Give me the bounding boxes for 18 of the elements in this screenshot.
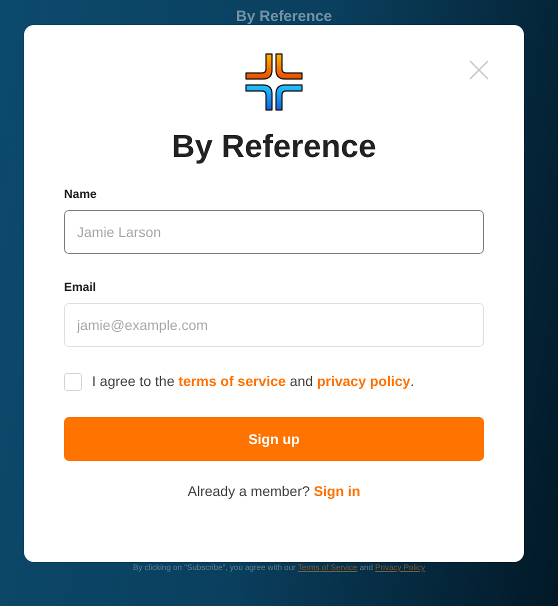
dialog-title: By Reference — [170, 127, 378, 166]
agree-checkbox[interactable] — [64, 372, 82, 390]
terms-link[interactable]: Terms of Service — [298, 563, 358, 572]
signin-link[interactable]: Sign in — [314, 483, 360, 499]
field-label: Email — [64, 279, 98, 296]
logo-icon — [244, 52, 304, 112]
close-button[interactable] — [468, 59, 490, 81]
agreement-text: I agree to the terms of service and privacy policy. — [92, 372, 414, 391]
privacy-link[interactable]: Privacy Policy — [375, 563, 425, 572]
signup-button[interactable]: Sign up — [64, 417, 484, 461]
brand-name: By Reference — [236, 7, 332, 27]
close-icon — [468, 59, 490, 81]
privacy-link[interactable]: privacy policy — [316, 373, 410, 389]
terms-link[interactable]: terms of service — [178, 373, 286, 389]
field-label: Name — [64, 186, 98, 203]
footer-note: By clicking on "Subscribe", you agree with our Terms of Service and Privacy Policy — [133, 562, 425, 574]
input-field[interactable]: Jamie Larson — [64, 210, 484, 254]
member-prompt: Already a member? Sign in — [188, 482, 360, 501]
